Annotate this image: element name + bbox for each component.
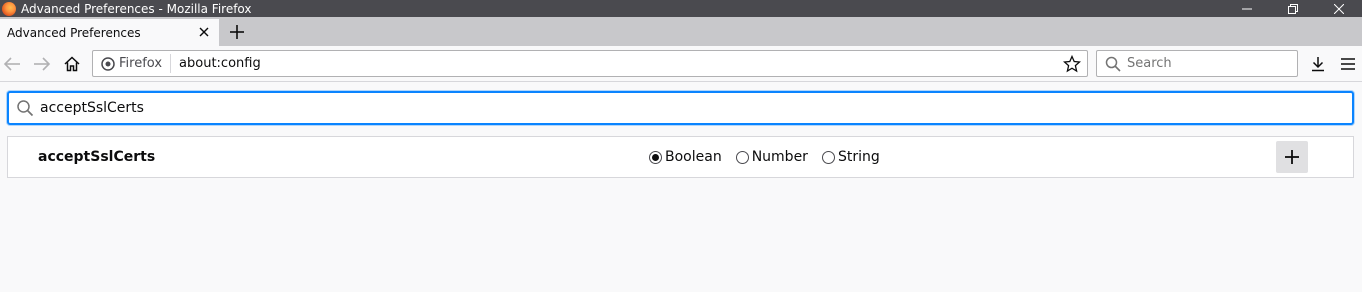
type-label-number: Number bbox=[751, 149, 808, 165]
preference-search-input[interactable] bbox=[40, 100, 1320, 116]
type-label-boolean: Boolean bbox=[665, 149, 722, 165]
close-icon bbox=[1334, 3, 1344, 14]
type-radio-number[interactable]: Number bbox=[735, 149, 808, 165]
window-titlebar: Advanced Preferences - Mozilla Firefox bbox=[0, 0, 1362, 17]
tab-title: Advanced Preferences bbox=[7, 25, 141, 40]
hamburger-menu-icon bbox=[1341, 58, 1355, 70]
tab-advanced-preferences[interactable]: Advanced Preferences bbox=[0, 19, 219, 46]
close-window-button[interactable] bbox=[1316, 0, 1362, 17]
identity-box[interactable]: Firefox bbox=[93, 54, 172, 73]
new-preference-row: acceptSslCerts Boolean Number String bbox=[7, 136, 1354, 178]
url-input[interactable] bbox=[179, 56, 1040, 71]
preference-type-selector: Boolean Number String bbox=[649, 149, 894, 165]
plus-icon bbox=[1285, 150, 1299, 164]
tab-strip: Advanced Preferences bbox=[0, 17, 1362, 46]
downloads-button[interactable] bbox=[1306, 52, 1330, 76]
tab-close-icon[interactable] bbox=[197, 25, 211, 39]
restore-button[interactable] bbox=[1270, 0, 1316, 17]
preference-search-box[interactable] bbox=[7, 91, 1354, 125]
type-label-string: String bbox=[837, 149, 880, 165]
add-preference-button[interactable] bbox=[1276, 141, 1308, 173]
minimize-button[interactable] bbox=[1224, 0, 1270, 17]
search-bar[interactable] bbox=[1096, 50, 1298, 77]
about-config-page: acceptSslCerts Boolean Number String bbox=[0, 83, 1362, 292]
identity-label: Firefox bbox=[119, 56, 163, 71]
preference-name: acceptSslCerts bbox=[38, 149, 156, 165]
new-tab-button[interactable] bbox=[226, 21, 248, 43]
navigation-toolbar: Firefox bbox=[0, 46, 1362, 82]
radio-checked-icon bbox=[649, 150, 662, 164]
bookmark-star-icon[interactable] bbox=[1062, 54, 1082, 73]
home-icon bbox=[64, 56, 80, 72]
plus-icon bbox=[230, 25, 244, 39]
type-radio-boolean[interactable]: Boolean bbox=[649, 149, 722, 165]
minimize-icon bbox=[1242, 8, 1252, 9]
window-controls bbox=[1224, 0, 1362, 17]
search-icon bbox=[17, 100, 34, 117]
forward-arrow-icon bbox=[34, 57, 51, 71]
firefox-logo-icon bbox=[2, 1, 16, 16]
restore-icon bbox=[1288, 3, 1298, 14]
firefox-identity-icon bbox=[101, 56, 115, 71]
radio-unchecked-icon bbox=[735, 150, 749, 164]
search-input[interactable] bbox=[1127, 56, 1287, 71]
url-bar[interactable]: Firefox bbox=[92, 50, 1088, 77]
menu-button[interactable] bbox=[1336, 52, 1360, 76]
radio-unchecked-icon bbox=[821, 150, 835, 164]
home-button[interactable] bbox=[60, 52, 84, 76]
back-button[interactable] bbox=[0, 52, 24, 76]
search-icon bbox=[1105, 56, 1121, 72]
type-radio-string[interactable]: String bbox=[821, 149, 880, 165]
forward-button[interactable] bbox=[30, 52, 54, 76]
download-icon bbox=[1312, 57, 1324, 72]
back-arrow-icon bbox=[3, 57, 20, 71]
window-title: Advanced Preferences - Mozilla Firefox bbox=[21, 1, 252, 16]
